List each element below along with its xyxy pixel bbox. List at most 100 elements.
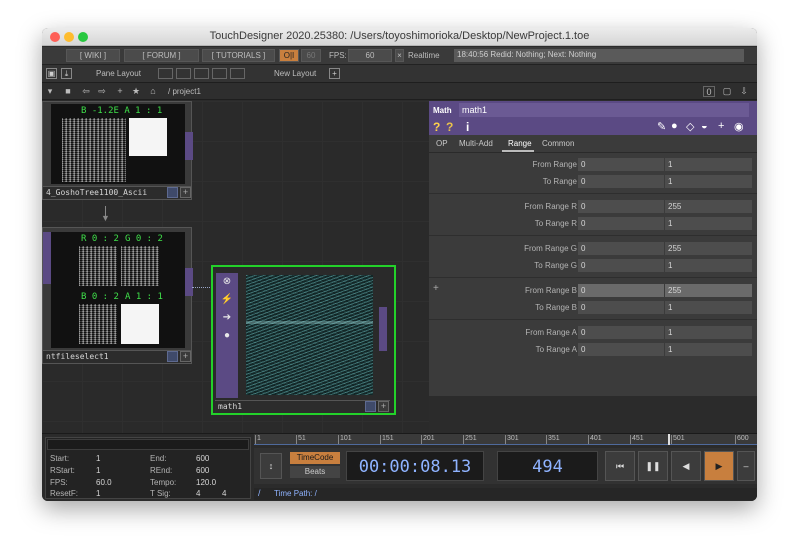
top-node-plus-flag[interactable]: +: [180, 187, 191, 198]
arrow-right-icon[interactable]: ➔: [220, 311, 234, 325]
timeline-field[interactable]: [47, 439, 249, 450]
timeline-toggle-button[interactable]: ↕: [260, 453, 282, 479]
tsig-denominator[interactable]: 4: [222, 489, 226, 498]
layout-three-button[interactable]: [212, 68, 227, 79]
math-node[interactable]: ⊗ ⚡ ➔ ● math1 +: [211, 265, 396, 415]
target-icon[interactable]: ◉: [734, 120, 744, 133]
math-node-name[interactable]: math1: [215, 400, 390, 413]
play-backward-icon[interactable]: ◀: [671, 451, 701, 481]
timecode-toggle[interactable]: TimeCode: [290, 452, 340, 464]
window-icon[interactable]: ▢: [721, 86, 733, 97]
time-path-label[interactable]: Time Path: /: [274, 489, 317, 498]
top-node-ascii[interactable]: B -1.2E A 1 : 1 4_GoshoTree1100_Ascii +: [42, 101, 193, 200]
chevron-down-icon[interactable]: ▾: [44, 86, 56, 97]
add-layout-button[interactable]: +: [329, 68, 340, 79]
add-icon[interactable]: +: [114, 86, 126, 97]
back-arrow-icon[interactable]: ⇦: [80, 86, 92, 97]
clone-icon[interactable]: ◇: [686, 120, 694, 133]
step-icon[interactable]: –: [737, 451, 755, 481]
layout-split-vertical-button[interactable]: [176, 68, 191, 79]
layout-split-horizontal-button[interactable]: [194, 68, 209, 79]
layout-quad-button[interactable]: [230, 68, 245, 79]
timecode-display[interactable]: 00:00:08.13: [346, 451, 484, 481]
param-value-low[interactable]: 0: [578, 242, 664, 255]
tab-op[interactable]: OP: [436, 139, 448, 148]
math-node-plus-flag[interactable]: +: [378, 401, 389, 412]
tab-common[interactable]: Common: [542, 139, 574, 148]
info-icon[interactable]: i: [466, 120, 469, 134]
param-value-low[interactable]: 0: [578, 284, 664, 297]
mid-node-viewer-flag[interactable]: [167, 351, 178, 362]
forum-button[interactable]: [ FORUM ]: [124, 49, 199, 62]
home-icon[interactable]: ⌂: [147, 86, 159, 97]
param-value-low[interactable]: 0: [578, 343, 664, 356]
tab-range[interactable]: Range: [508, 139, 532, 148]
mid-node-input-strip[interactable]: [43, 232, 51, 284]
add-parameter-icon[interactable]: +: [718, 120, 724, 132]
tempo-value[interactable]: 120.0: [196, 478, 216, 487]
lightning-icon[interactable]: ⚡: [220, 293, 234, 307]
param-value-high[interactable]: 1: [665, 259, 752, 272]
wiki-button[interactable]: [ WIKI ]: [66, 49, 120, 62]
bypass-icon[interactable]: ⊗: [220, 275, 234, 289]
resetf-value[interactable]: 1: [96, 489, 100, 498]
python-help-icon[interactable]: ?: [446, 120, 453, 134]
param-value-low[interactable]: 0: [578, 200, 664, 213]
rewind-icon[interactable]: ⏮: [605, 451, 635, 481]
layout-single-button[interactable]: [158, 68, 173, 79]
mid-node-output-connector[interactable]: [185, 268, 193, 296]
param-value-high[interactable]: 255: [665, 242, 752, 255]
fps-target-button[interactable]: 60: [301, 49, 321, 62]
stop-icon[interactable]: ■: [62, 86, 74, 97]
param-value-high[interactable]: 1: [665, 301, 752, 314]
param-value-low[interactable]: 0: [578, 301, 664, 314]
play-forward-icon[interactable]: ▶: [704, 451, 734, 481]
comment-icon[interactable]: ●: [671, 120, 678, 132]
top-node-viewer-flag[interactable]: [167, 187, 178, 198]
playhead[interactable]: [668, 434, 670, 445]
forward-arrow-icon[interactable]: ⇨: [96, 86, 108, 97]
start-value[interactable]: 1: [96, 454, 100, 463]
top-node-output-connector[interactable]: [185, 132, 193, 160]
lock-icon[interactable]: ●: [220, 329, 234, 343]
help-icon[interactable]: ?: [433, 120, 440, 134]
rend-value[interactable]: 600: [196, 466, 209, 475]
mid-node-plus-flag[interactable]: +: [180, 351, 191, 362]
param-value-high[interactable]: 1: [665, 175, 752, 188]
image-icon[interactable]: ▣: [46, 68, 57, 79]
timeline-ruler[interactable]: 1 51 101 151 201 251 301 351 401 451 501…: [254, 434, 757, 445]
param-value-low[interactable]: 0: [578, 217, 664, 230]
python-icon[interactable]: ◒: [701, 120, 708, 132]
param-value-low[interactable]: 0: [578, 326, 664, 339]
op-name-field[interactable]: math1: [459, 103, 749, 117]
param-value-high[interactable]: 255: [665, 284, 752, 297]
tab-multi-add[interactable]: Multi-Add: [459, 139, 493, 148]
math-node-output-connector[interactable]: [379, 307, 387, 351]
realtime-checkbox[interactable]: ×: [395, 49, 404, 62]
rstart-value[interactable]: 1: [96, 466, 100, 475]
param-value-high[interactable]: 1: [665, 158, 752, 171]
frame-display[interactable]: 494: [497, 451, 598, 481]
param-value-low[interactable]: 0: [578, 259, 664, 272]
fps-value[interactable]: 60.0: [96, 478, 112, 487]
pause-icon[interactable]: ❚❚: [638, 451, 668, 481]
star-icon[interactable]: ★: [130, 86, 142, 97]
expand-plus-icon[interactable]: +: [433, 283, 439, 294]
param-value-high[interactable]: 255: [665, 200, 752, 213]
param-value-low[interactable]: 0: [578, 175, 664, 188]
edit-icon[interactable]: ✎: [657, 120, 666, 133]
pin-icon[interactable]: ⇩: [738, 86, 750, 97]
perform-mode-toggle[interactable]: O|I: [279, 49, 299, 62]
mid-node-fileselect[interactable]: R 0 : 2 G 0 : 2 B 0 : 2 A 1 : 1 ntfilese…: [42, 227, 193, 364]
network-editor[interactable]: B -1.2E A 1 : 1 4_GoshoTree1100_Ascii + …: [42, 101, 429, 458]
tutorials-button[interactable]: [ TUTORIALS ]: [202, 49, 275, 62]
tsig-numerator[interactable]: 4: [196, 489, 200, 498]
param-value-low[interactable]: 0: [578, 158, 664, 171]
download-icon[interactable]: ⤓: [61, 68, 72, 79]
network-path[interactable]: / project1: [168, 87, 201, 96]
beats-toggle[interactable]: Beats: [290, 466, 340, 478]
param-value-high[interactable]: 1: [665, 343, 752, 356]
param-value-high[interactable]: 1: [665, 217, 752, 230]
param-value-high[interactable]: 1: [665, 326, 752, 339]
zero-button[interactable]: 0: [703, 86, 715, 97]
